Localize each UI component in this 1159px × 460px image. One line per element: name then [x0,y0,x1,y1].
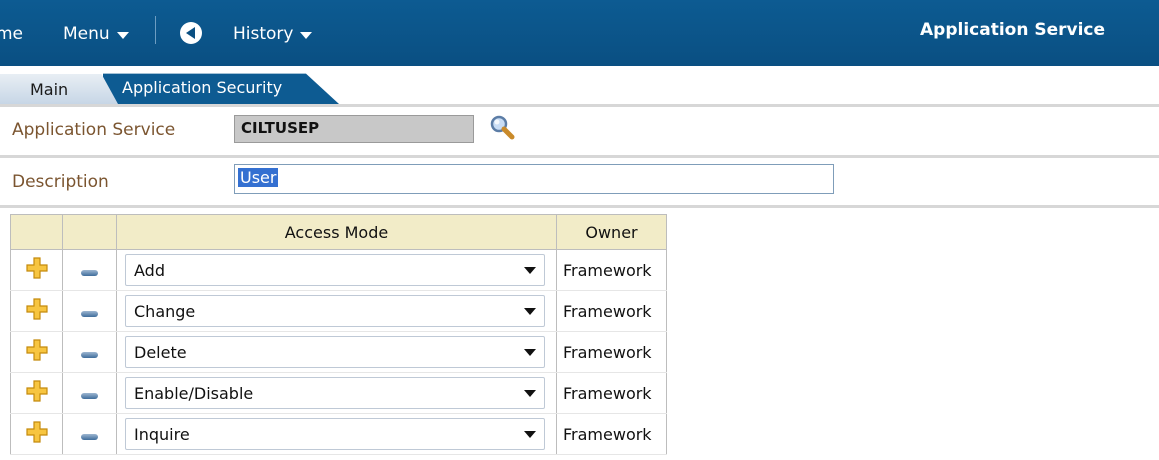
owner-cell: Framework [556,331,667,373]
chevron-down-icon [116,31,129,39]
dropdown-arrow-icon [524,266,536,274]
description-value: User [238,168,279,187]
remove-row-icon[interactable] [81,310,98,317]
table-row: Add Framework [10,249,667,291]
add-row-icon[interactable] [25,297,49,321]
tab-main[interactable]: Main [0,74,118,104]
page-title: Application Service [920,20,1106,40]
tab-application-security-label[interactable]: Application Security [122,78,282,97]
menu-dropdown[interactable]: Menu [63,20,129,48]
add-row-icon[interactable] [25,379,49,403]
access-mode-value: Delete [134,342,187,362]
divider [0,155,1159,158]
access-mode-value: Add [134,260,165,280]
add-row-icon[interactable] [25,338,49,362]
owner-cell: Framework [556,413,667,455]
home-label: me [0,24,24,44]
remove-row-icon[interactable] [81,433,98,440]
access-mode-dropdown[interactable]: Inquire [125,418,545,450]
remove-row-icon[interactable] [81,392,98,399]
menu-label: Menu [63,24,110,44]
remove-row-icon[interactable] [81,269,98,276]
dropdown-arrow-icon [524,389,536,397]
history-label: History [233,24,294,44]
access-mode-dropdown[interactable]: Enable/Disable [125,377,545,409]
owner-cell: Framework [556,249,667,291]
remove-row-icon[interactable] [81,351,98,358]
home-link[interactable]: me [0,20,23,48]
table-row: Change Framework [10,290,667,332]
grid-header-add [10,214,63,250]
access-mode-value: Inquire [134,424,190,444]
nav-divider [155,16,156,44]
dropdown-arrow-icon [524,348,536,356]
search-icon[interactable] [487,113,517,143]
table-row: Inquire Framework [10,413,667,455]
divider [0,205,1159,208]
access-mode-dropdown[interactable]: Change [125,295,545,327]
tab-main-label: Main [30,80,69,99]
top-navigation-bar: me Menu History Application Service [0,0,1159,66]
back-arrow-icon[interactable] [180,22,202,44]
access-mode-grid: Access Mode Owner Add Framework Change F… [10,214,667,455]
add-row-icon[interactable] [25,420,49,444]
dropdown-arrow-icon [524,307,536,315]
chevron-down-icon [300,31,313,39]
divider [0,104,1159,107]
owner-cell: Framework [556,290,667,332]
access-mode-value: Change [134,301,196,321]
grid-header-owner: Owner [556,214,667,250]
grid-header-access-mode: Access Mode [116,214,557,250]
add-row-icon[interactable] [25,256,49,280]
owner-cell: Framework [556,372,667,414]
access-mode-dropdown[interactable]: Delete [125,336,545,368]
description-field[interactable]: User [234,164,834,194]
access-mode-dropdown[interactable]: Add [125,254,545,286]
dropdown-arrow-icon [524,430,536,438]
history-dropdown[interactable]: History [233,20,313,48]
table-row: Delete Framework [10,331,667,373]
grid-header-remove [62,214,117,250]
app-service-label: Application Service [12,120,176,140]
table-row: Enable/Disable Framework [10,372,667,414]
app-service-field[interactable]: CILTUSEP [234,115,474,143]
access-mode-value: Enable/Disable [134,383,254,403]
description-label: Description [12,172,109,192]
